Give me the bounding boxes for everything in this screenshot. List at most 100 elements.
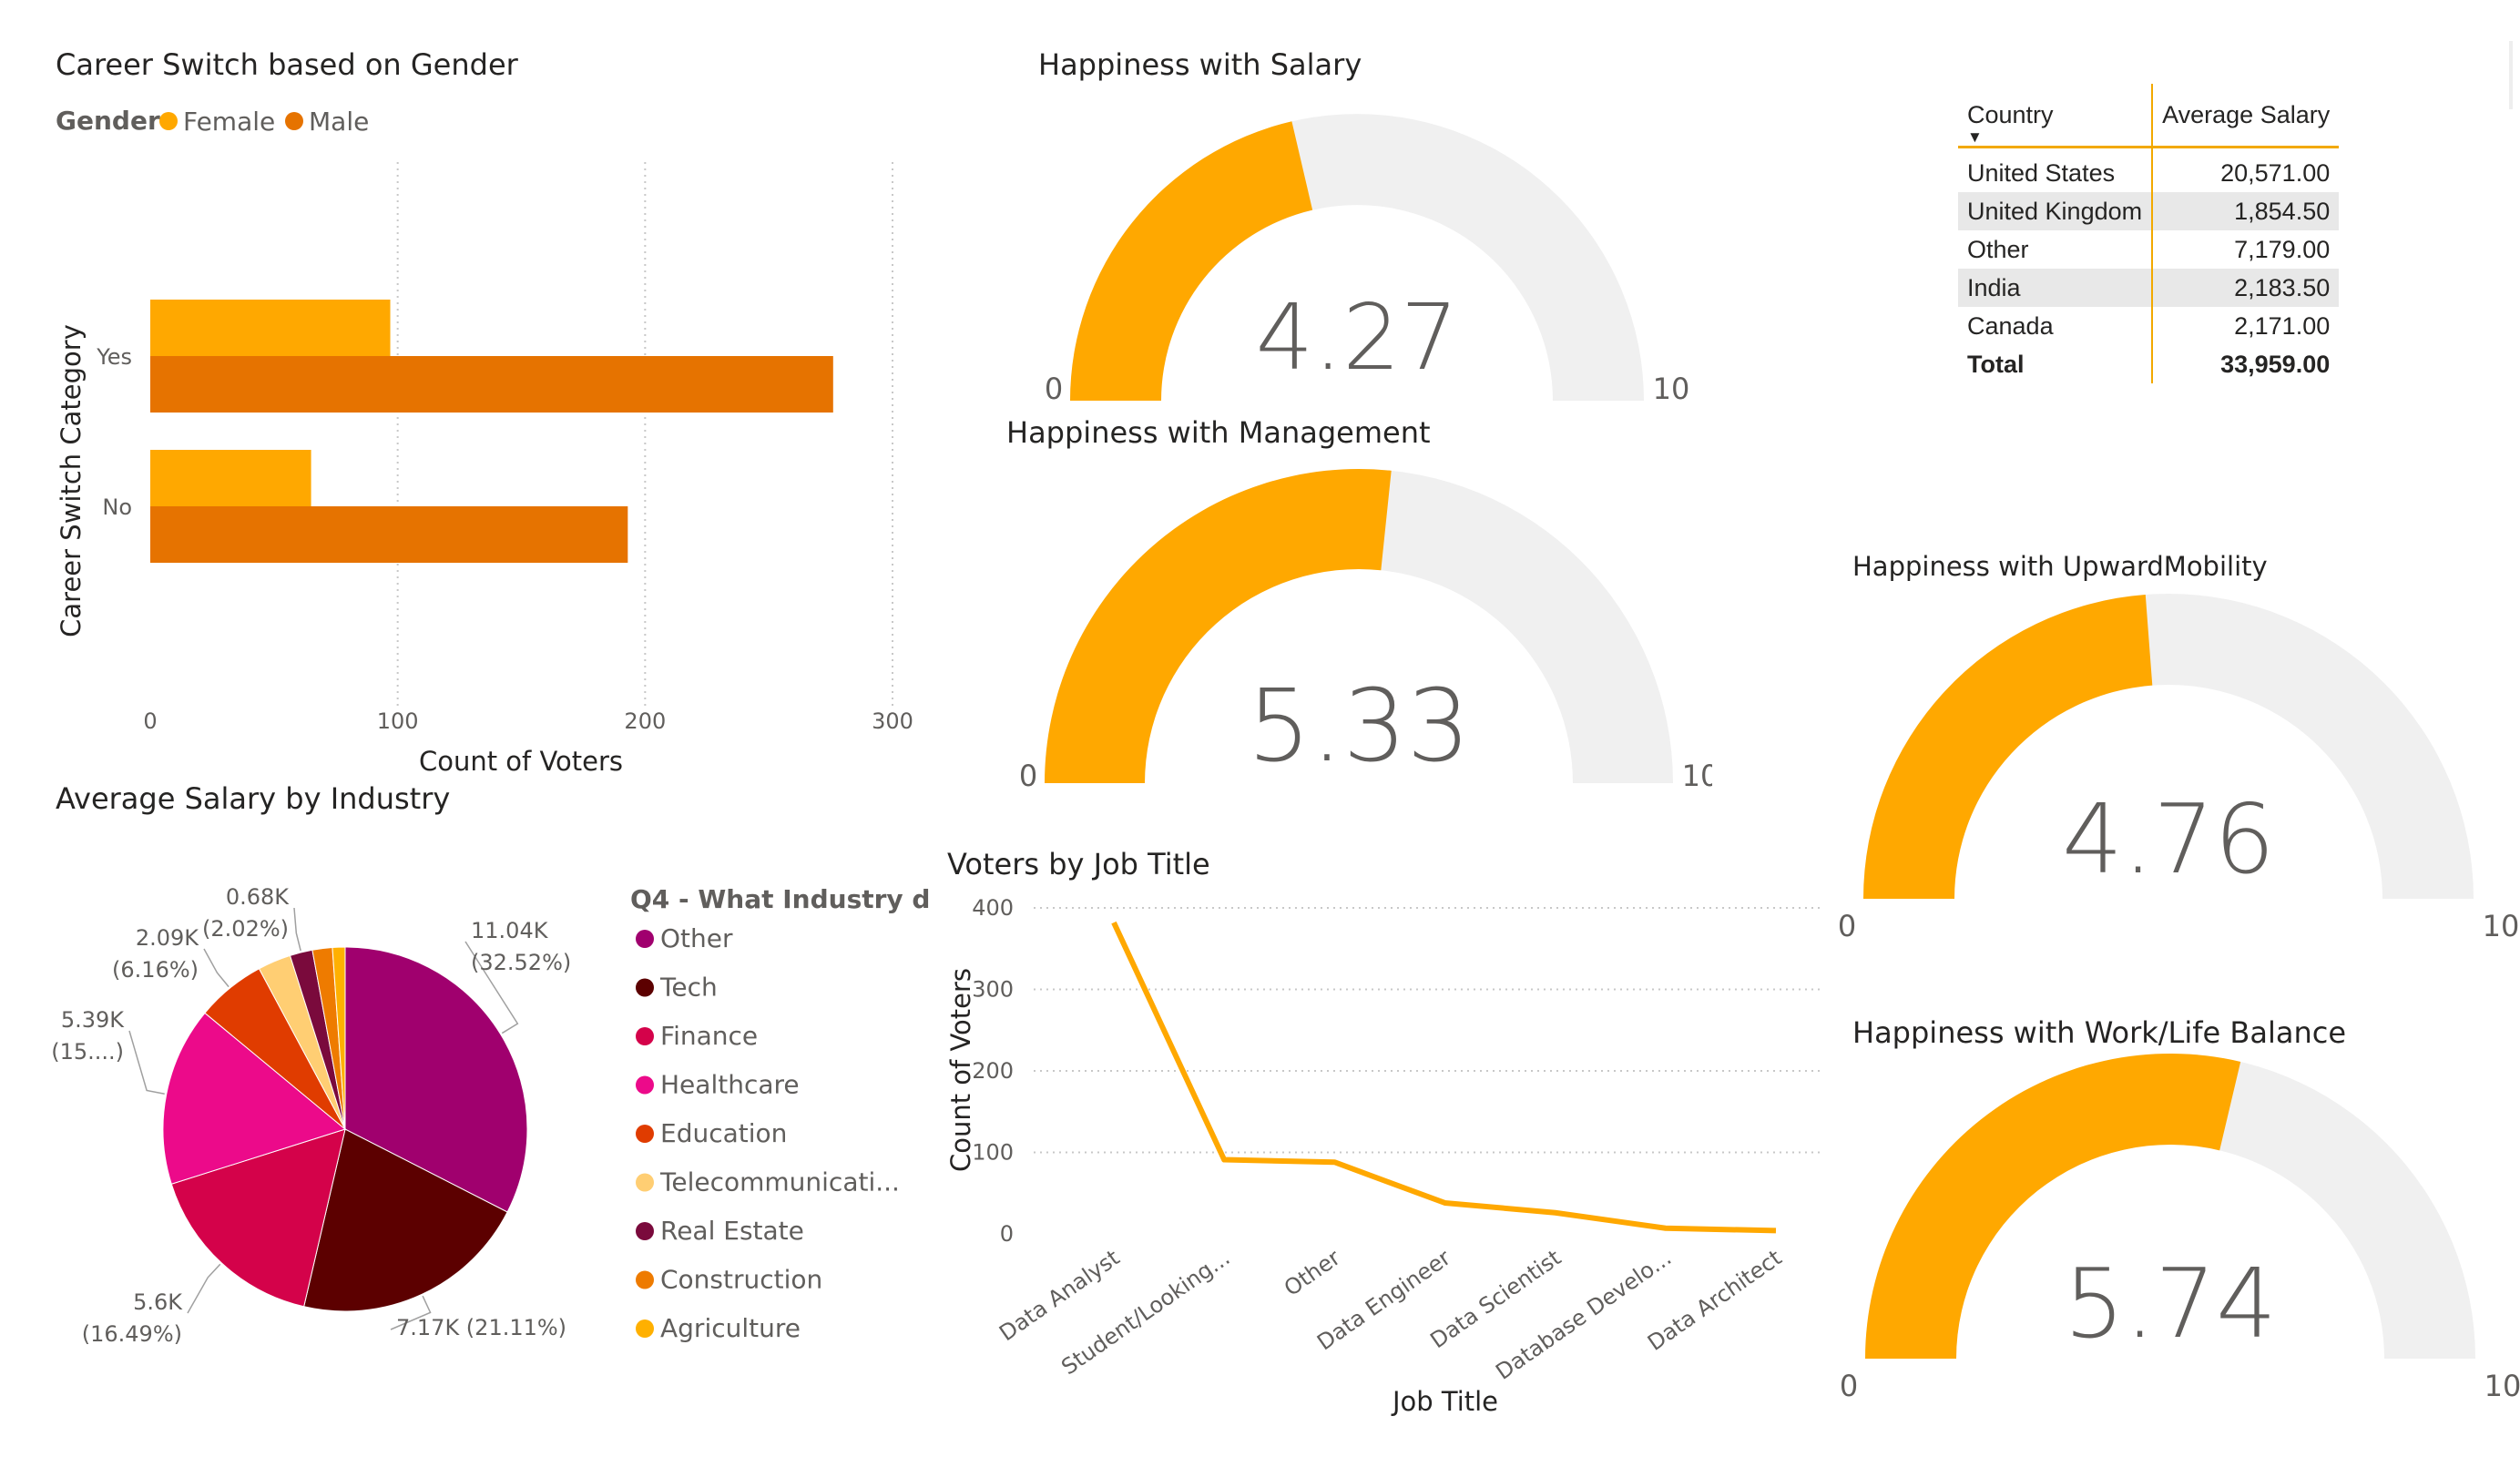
legend-label[interactable]: Male xyxy=(309,107,369,137)
legend-label[interactable]: Healthcare xyxy=(660,1070,800,1100)
salary-table: Country ▼ Average Salary United States 2… xyxy=(1958,84,2340,383)
table-row: United States 20,571.00 xyxy=(1958,147,2339,192)
x-category-label: Database Develo... xyxy=(1491,1245,1676,1385)
gauge-min-label: 0 xyxy=(1019,759,1037,792)
x-category-label: Other xyxy=(1280,1245,1345,1301)
legend-marker xyxy=(636,930,654,948)
legend-label[interactable]: Education xyxy=(660,1118,787,1148)
data-label: (32.52%) xyxy=(471,950,571,975)
bar-female-no[interactable] xyxy=(150,450,311,506)
column-header-average-salary[interactable]: Average Salary xyxy=(2152,84,2340,148)
wlb-gauge-title: Happiness with Work/Life Balance xyxy=(1852,1015,2347,1050)
column-header-country[interactable]: Country ▼ xyxy=(1958,84,2154,148)
leader-line xyxy=(187,1263,221,1314)
industry-pie-chart: 11.04K (32.52%) 7.17K (21.11%) 5.6K (16.49%)… xyxy=(51,884,571,1347)
x-axis-title: Count of Voters xyxy=(419,746,623,777)
career-switch-chart: Gender Female Male 0 100 200 300 Yes No Count… xyxy=(56,106,913,777)
salary-cell: 2,171.00 xyxy=(2234,311,2331,340)
y-tick-label: 0 xyxy=(1000,1221,1014,1247)
bar-male-no[interactable] xyxy=(150,506,628,563)
leader-line xyxy=(128,1030,165,1095)
y-tick-label: 100 xyxy=(972,1140,1014,1166)
scrollbar[interactable] xyxy=(2509,41,2513,109)
country-cell: United States xyxy=(1958,147,2154,192)
legend-marker xyxy=(636,1125,654,1143)
series-line[interactable] xyxy=(1111,921,1777,1234)
salary-cell: 2,183.50 xyxy=(2152,269,2340,307)
data-label: (6.16%) xyxy=(112,957,199,983)
legend-label[interactable]: Real Estate xyxy=(660,1216,804,1246)
job-chart-title: Voters by Job Title xyxy=(947,847,1210,881)
y-category-label: No xyxy=(102,494,132,520)
legend-marker xyxy=(636,1270,654,1289)
mobility-gauge-title: Happiness with UpwardMobility xyxy=(1852,551,2268,582)
bar-female-yes[interactable] xyxy=(150,300,391,356)
legend-marker xyxy=(636,1027,654,1045)
table-row: Canada 2,171.00 xyxy=(1958,307,2339,345)
mgmt-gauge-title: Happiness with Management xyxy=(1006,415,1431,450)
sort-descending-icon[interactable]: ▼ xyxy=(1967,129,2142,146)
gauge-value: 4.76 xyxy=(2062,784,2275,895)
gauge-max-label: 10 xyxy=(1653,372,1690,401)
country-cell: Other xyxy=(1958,230,2154,269)
career-chart-title: Career Switch based on Gender xyxy=(56,47,518,82)
average-salary-header-label: Average Salary xyxy=(2162,101,2331,128)
leader-line xyxy=(203,948,230,988)
job-title-line-chart: 0100200300400 Data AnalystStudent/Lookin… xyxy=(945,895,1821,1417)
bar-male-yes[interactable] xyxy=(150,356,833,413)
data-label: 5.39K xyxy=(61,1007,125,1033)
country-cell: Canada xyxy=(1958,307,2154,345)
country-cell: India xyxy=(1958,269,2154,307)
legend-label[interactable]: Finance xyxy=(660,1021,758,1051)
y-category-label: Yes xyxy=(96,344,132,370)
legend-marker xyxy=(285,112,303,130)
data-label: 11.04K xyxy=(471,918,549,943)
legend-label[interactable]: Other xyxy=(660,923,733,953)
gauge-min-label: 0 xyxy=(1045,372,1063,401)
industry-legend: Q4 - What Industry d... Other Tech Finance… xyxy=(630,884,929,1343)
salary-gauge-title: Happiness with Salary xyxy=(1038,47,1362,82)
salary-cell: 1,854.50 xyxy=(2152,192,2340,230)
legend-marker xyxy=(636,1319,654,1338)
data-label: (15....) xyxy=(51,1039,124,1065)
legend-label[interactable]: Agriculture xyxy=(660,1313,801,1343)
y-axis-title: Career Switch Category xyxy=(56,324,87,637)
legend-marker xyxy=(636,1173,654,1192)
gauge-min-label: 0 xyxy=(1840,1369,1858,1403)
table-row: India 2,183.50 xyxy=(1958,269,2340,307)
legend-label[interactable]: Construction xyxy=(660,1265,822,1295)
data-label: 7.17K (21.11%) xyxy=(396,1315,566,1340)
gauge-min-label: 0 xyxy=(1838,909,1856,943)
data-label: (16.49%) xyxy=(82,1321,182,1347)
y-tick-label: 300 xyxy=(972,977,1014,1003)
table-row: United Kingdom 1,854.50 xyxy=(1958,192,2340,230)
data-label: 5.6K xyxy=(133,1289,183,1315)
salary-cell: 20,571.00 xyxy=(2220,158,2331,187)
legend-title: Q4 - What Industry d... xyxy=(630,884,929,914)
gauge-max-label: 10 xyxy=(1682,759,1712,792)
industry-chart-title: Average Salary by Industry xyxy=(56,781,451,816)
country-header-label: Country xyxy=(1967,101,2054,128)
x-tick-label: 100 xyxy=(377,708,419,734)
gauge-value: 4.27 xyxy=(1256,284,1459,391)
total-value: 33,959.00 xyxy=(2220,350,2331,378)
y-axis-title: Count of Voters xyxy=(945,968,976,1172)
data-label: 0.68K xyxy=(226,884,290,910)
legend-label[interactable]: Telecommunicati... xyxy=(659,1167,900,1197)
legend-marker xyxy=(636,1075,654,1095)
salary-cell: 7,179.00 xyxy=(2234,235,2331,263)
leader-line xyxy=(293,907,301,952)
x-tick-label: 0 xyxy=(143,708,157,734)
legend-label[interactable]: Tech xyxy=(659,973,718,1003)
legend-label[interactable]: Female xyxy=(183,107,275,137)
gauge-max-label: 10 xyxy=(2484,1369,2520,1403)
legend-marker xyxy=(636,978,654,997)
y-tick-label: 200 xyxy=(972,1058,1014,1084)
data-label: 2.09K xyxy=(136,925,199,951)
gauge-value: 5.33 xyxy=(1248,667,1471,784)
total-label: Total xyxy=(1958,345,2154,383)
upward-mobility-gauge: 4.76 0 10 xyxy=(1838,594,2519,943)
x-tick-label: 200 xyxy=(624,708,666,734)
legend-marker xyxy=(636,1222,654,1240)
y-tick-label: 400 xyxy=(972,895,1014,921)
